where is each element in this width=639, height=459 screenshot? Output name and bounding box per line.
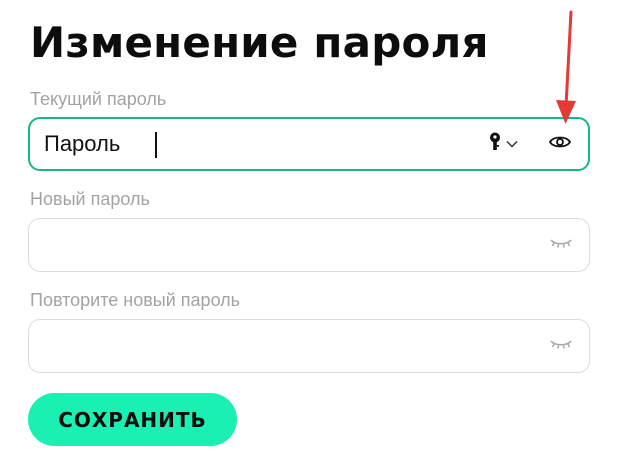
repeat-password-field xyxy=(28,319,590,373)
show-repeat-password-toggle[interactable] xyxy=(543,328,579,364)
key-icon xyxy=(488,132,502,157)
password-manager-button[interactable] xyxy=(488,119,518,169)
new-password-field xyxy=(28,218,590,272)
new-password-label: Новый пароль xyxy=(30,189,150,209)
chevron-down-icon xyxy=(506,135,518,153)
new-password-input[interactable] xyxy=(29,219,543,271)
page-title: Изменение пароля xyxy=(30,18,489,67)
eye-open-icon xyxy=(548,134,572,155)
current-password-field xyxy=(28,117,590,171)
show-password-toggle[interactable] xyxy=(542,126,578,162)
eye-closed-icon xyxy=(550,337,572,355)
show-new-password-toggle[interactable] xyxy=(543,227,579,263)
save-button[interactable]: СОХРАНИТЬ xyxy=(28,393,237,446)
repeat-password-input[interactable] xyxy=(29,320,543,372)
eye-closed-icon xyxy=(550,236,572,254)
current-password-input[interactable] xyxy=(30,119,488,169)
text-caret xyxy=(155,132,157,158)
change-password-page: Изменение пароля Текущий пароль Пароль Н… xyxy=(0,0,639,459)
current-password-label: Текущий пароль xyxy=(30,89,167,109)
repeat-password-label: Повторите новый пароль xyxy=(30,290,241,310)
